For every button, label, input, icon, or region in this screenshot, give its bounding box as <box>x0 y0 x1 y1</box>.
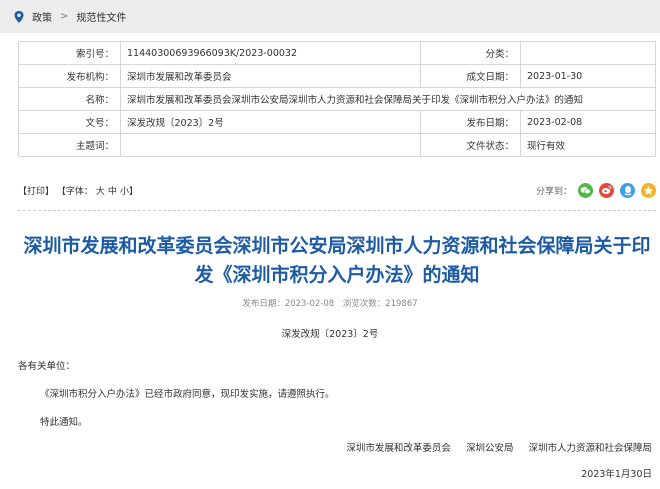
article-toolbar: 【打印】 【字体：大中小】 分享到： <box>18 180 656 200</box>
docno-label: 文号： <box>18 110 121 134</box>
breadcrumb-separator: > <box>60 11 69 22</box>
document-number: 深发改规〔2023〕2号 <box>281 329 379 340</box>
signatories: 深圳市发展和改革委员会 深圳公安局 深圳市人力资源和社会保障局 <box>334 440 652 454</box>
index-value: 11440300693966093K/2023-00032 <box>120 41 421 65</box>
breadcrumb-link-normative-docs[interactable]: 规范性文件 <box>76 9 126 24</box>
category-value <box>520 41 656 65</box>
name-label: 名称： <box>18 87 121 111</box>
font-large-button[interactable]: 大 <box>96 187 105 197</box>
docno-value: 深发改规〔2023〕2号 <box>120 110 421 134</box>
created-date-label: 成文日期： <box>420 64 521 88</box>
share-bar: 分享到： <box>535 182 656 198</box>
signer-hrss: 深圳市人力资源和社会保障局 <box>528 443 652 454</box>
wechat-share-icon[interactable] <box>578 182 593 198</box>
font-size-suffix: 】 <box>128 186 138 197</box>
body-paragraph: 《深圳市积分入户办法》已经市政府同意，现印发实施，请遵照执行。 <box>40 389 335 400</box>
status-label: 文件状态： <box>420 133 521 157</box>
weibo-share-icon[interactable] <box>599 182 614 198</box>
qzone-share-icon[interactable] <box>641 182 656 198</box>
subject-value <box>120 133 421 157</box>
subject-label: 主题词： <box>18 133 121 157</box>
font-small-button[interactable]: 小 <box>120 187 129 197</box>
signer-ndrc: 深圳市发展和改革委员会 <box>346 443 451 454</box>
pubdate-label: 发布日期： <box>420 110 521 134</box>
divider <box>18 210 656 211</box>
breadcrumb: 政策 > 规范性文件 <box>0 0 660 33</box>
name-value: 深圳市发展和改革委员会深圳市公安局深圳市人力资源和社会保障局关于印发《深圳市积分… <box>120 87 656 111</box>
font-medium-button[interactable]: 中 <box>108 187 117 197</box>
created-date-value: 2023-01-30 <box>520 64 656 88</box>
share-label: 分享到： <box>535 186 572 197</box>
issuer-label: 发布机构： <box>18 64 121 88</box>
issuer-value: 深圳市发展和改革委员会 <box>120 64 421 88</box>
font-size-prefix: 【字体： <box>56 186 93 197</box>
closing-paragraph: 特此通知。 <box>40 417 88 428</box>
pubdate-value: 2023-02-08 <box>520 110 656 134</box>
location-pin-icon <box>12 10 26 24</box>
publish-info: 发布日期：2023-02-08 浏览次数：219867 <box>242 299 418 309</box>
status-value: 现行有效 <box>520 133 656 157</box>
salutation: 各有关单位： <box>18 361 76 372</box>
breadcrumb-link-policy[interactable]: 政策 <box>32 9 52 24</box>
qq-share-icon[interactable] <box>620 182 635 198</box>
print-link[interactable]: 【打印】 <box>18 187 54 197</box>
document-metadata-table: 索引号： 11440300693966093K/2023-00032 分类： 发… <box>18 41 656 157</box>
signature-date: 2023年1月30日 <box>581 469 652 480</box>
signer-police: 深圳公安局 <box>465 443 514 454</box>
article-title: 深圳市发展和改革委员会深圳市公安局深圳市人力资源和社会保障局关于印发《深圳市积分… <box>23 235 651 286</box>
category-label: 分类： <box>420 41 521 65</box>
print-font-controls: 【打印】 【字体：大中小】 <box>18 184 138 197</box>
index-label: 索引号： <box>18 41 121 65</box>
